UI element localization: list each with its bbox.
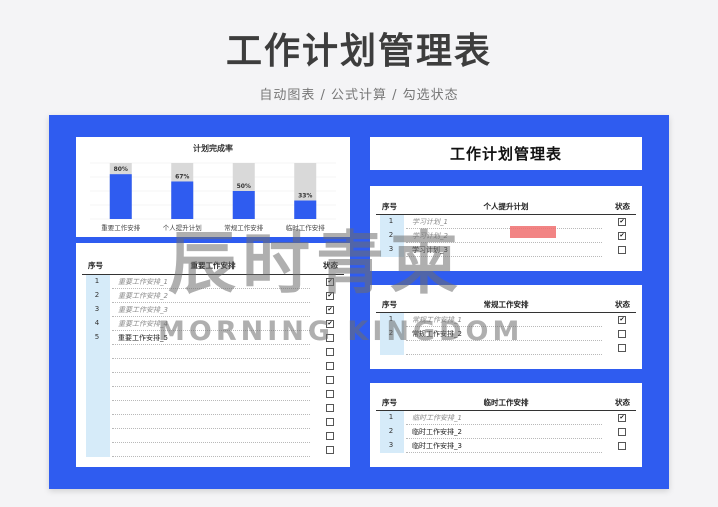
table-row: 1 临时工作安排_1 ✔ — [376, 411, 636, 425]
row-number: 2 — [388, 427, 394, 435]
chart-data-label: 50% — [237, 183, 251, 190]
status-checkbox[interactable] — [618, 428, 626, 436]
sheet-title-panel: 工作计划管理表 — [370, 137, 642, 170]
table-row: 3 临时工作安排_3 — [376, 439, 636, 453]
status-checkbox[interactable]: ✔ — [618, 316, 626, 324]
status-checkbox[interactable] — [618, 246, 626, 254]
status-checkbox[interactable] — [326, 390, 334, 398]
table-row — [82, 429, 344, 443]
status-checkbox[interactable] — [326, 348, 334, 356]
row-number: 2 — [94, 291, 100, 299]
page-title: 工作计划管理表 — [225, 31, 492, 72]
sheet-title: 工作计划管理表 — [449, 145, 562, 163]
table-row — [82, 443, 344, 457]
status-checkbox[interactable]: ✔ — [326, 306, 334, 314]
table-row — [82, 359, 344, 373]
chart-bar — [109, 174, 132, 219]
status-checkbox[interactable] — [326, 418, 334, 426]
table-header: 临时工作安排 序号 状态 — [376, 397, 636, 409]
table-row — [82, 387, 344, 401]
status-checkbox[interactable] — [326, 432, 334, 440]
status-checkbox[interactable]: ✔ — [618, 414, 626, 422]
table-row: 2 临时工作安排_2 — [376, 425, 636, 439]
header-status: 状态 — [615, 300, 630, 309]
chart-data-label: 67% — [175, 173, 189, 180]
header-seq: 序号 — [88, 261, 103, 270]
watermark-logo-text: 辰时青柬 — [168, 225, 465, 304]
status-checkbox[interactable] — [618, 344, 626, 352]
chart-data-label: 33% — [298, 193, 312, 200]
task-name[interactable]: 重要工作安排_2 — [118, 291, 168, 301]
status-checkbox[interactable] — [326, 362, 334, 370]
status-checkbox[interactable] — [326, 404, 334, 412]
temporary-tasks-panel: 临时工作安排 序号 状态 1 临时工作安排_1 ✔ 2 临时工作安排_2 3 临时工作安排_3 — [370, 383, 642, 467]
header-name: 临时工作安排 — [483, 398, 529, 407]
task-name[interactable]: 重要工作安排_3 — [118, 305, 168, 315]
header-seq: 序号 — [382, 398, 397, 407]
status-checkbox[interactable] — [618, 330, 626, 338]
status-checkbox[interactable] — [618, 442, 626, 450]
watermark-logo-subtext: MORNING KINGDOM — [158, 316, 524, 347]
table-row — [82, 401, 344, 415]
watermark-logo-mark — [510, 226, 556, 238]
status-checkbox[interactable]: ✔ — [618, 218, 626, 226]
table-row — [82, 373, 344, 387]
task-name[interactable]: 临时工作安排_3 — [412, 441, 462, 451]
row-rule — [406, 452, 602, 453]
row-number: 4 — [94, 319, 100, 327]
row-number: 1 — [94, 277, 100, 285]
row-number: 1 — [388, 413, 394, 421]
header-status: 状态 — [615, 202, 630, 211]
row-rule — [112, 456, 310, 457]
status-checkbox[interactable]: ✔ — [618, 232, 626, 240]
header-status: 状态 — [615, 398, 630, 407]
row-rule — [406, 354, 602, 355]
task-name[interactable]: 临时工作安排_2 — [412, 427, 462, 437]
table-row — [82, 415, 344, 429]
status-checkbox[interactable] — [326, 446, 334, 454]
chart-category-label: 重要工作安排 — [101, 223, 141, 232]
chart-data-label: 80% — [114, 166, 128, 173]
row-number: 5 — [94, 333, 100, 341]
table-row — [82, 345, 344, 359]
row-number: 3 — [94, 305, 100, 313]
task-name[interactable]: 重要工作安排_1 — [118, 277, 168, 287]
status-checkbox[interactable] — [326, 376, 334, 384]
task-name[interactable]: 临时工作安排_1 — [412, 413, 462, 423]
row-number: 3 — [388, 441, 394, 449]
page-subtitle: 自动图表 / 公式计算 / 勾选状态 — [259, 88, 459, 103]
